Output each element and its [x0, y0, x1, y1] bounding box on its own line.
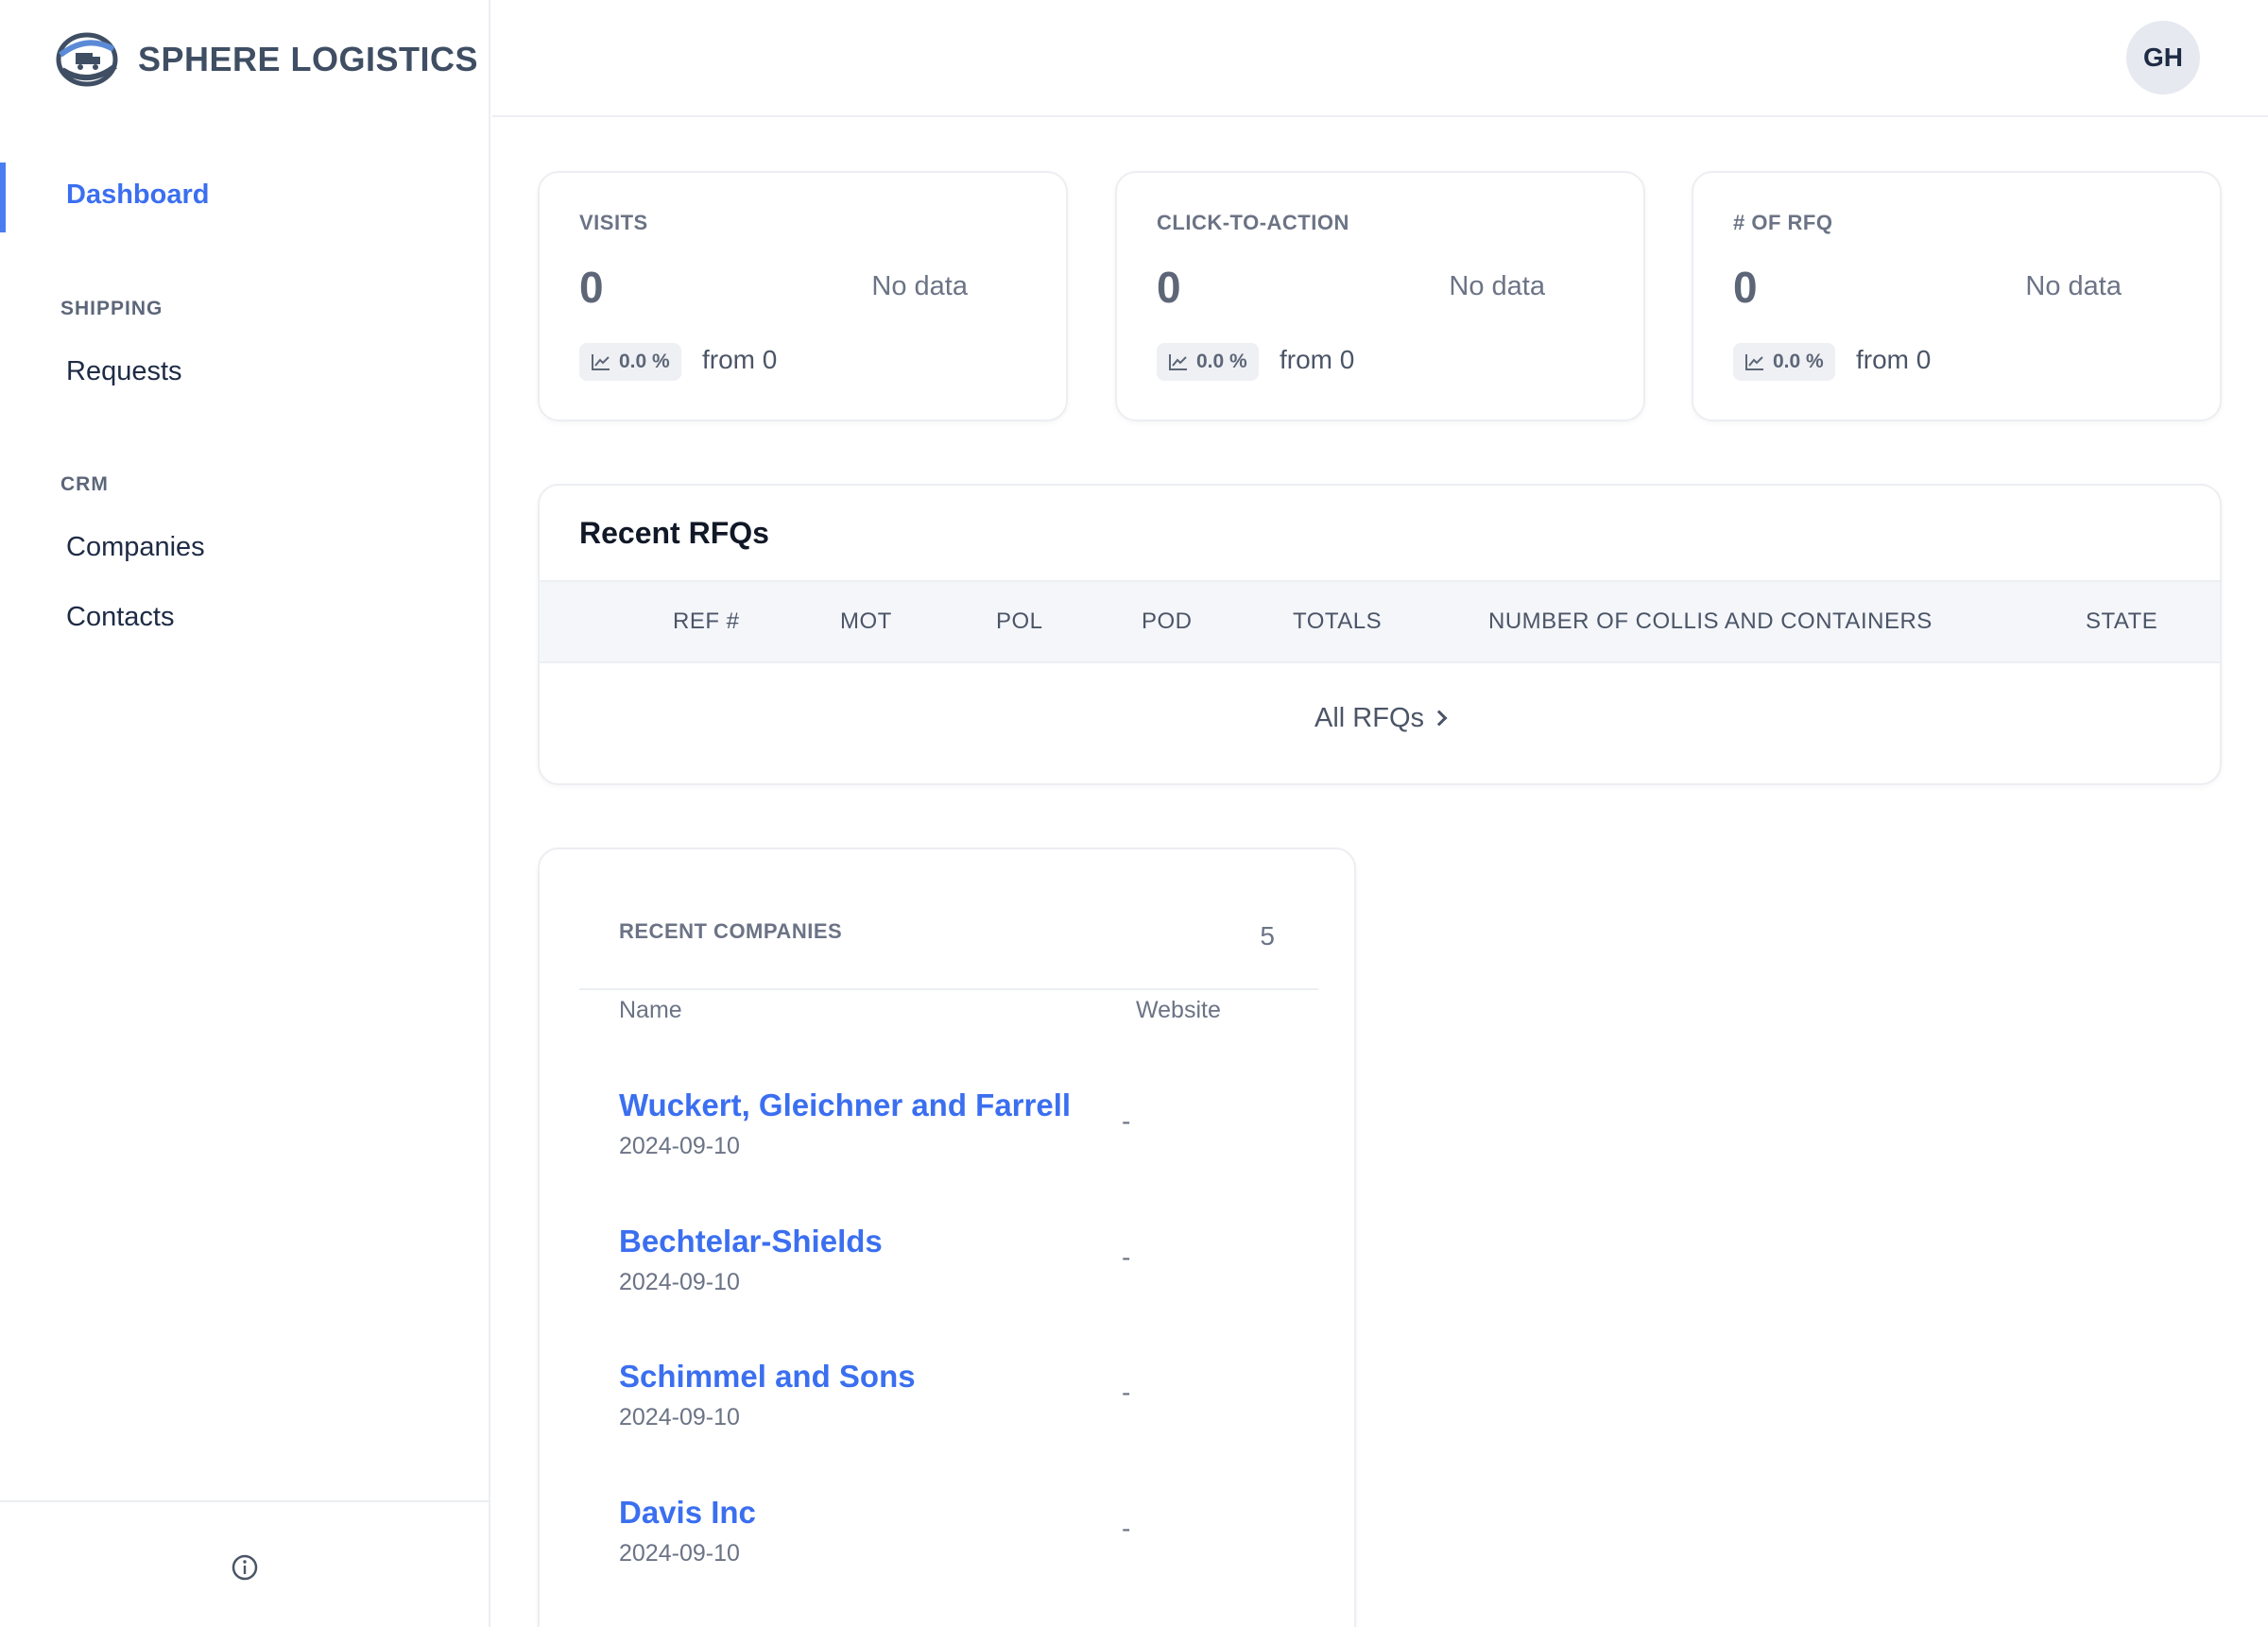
stat-change: 0.0 % — [619, 351, 670, 372]
company-link[interactable]: Wuckert, Gleichner and Farrell — [619, 1088, 1071, 1123]
list-item: Bechtelar-Shields 2024-09-10 - — [540, 1224, 1354, 1360]
chevron-right-icon — [1431, 710, 1448, 727]
stat-from: from 0 — [1280, 345, 1355, 374]
sidebar-item-dashboard-label[interactable]: Dashboard — [66, 180, 209, 211]
sidebar-item-contacts[interactable]: Contacts — [66, 602, 174, 633]
rfqs-table-header: REF # MOT POL POD TOTALS NUMBER OF COLLI… — [540, 580, 2220, 663]
company-link[interactable]: Schimmel and Sons — [619, 1359, 916, 1395]
recent-companies-card: RECENT COMPANIES 5 Name Website Wuckert,… — [538, 848, 1356, 1627]
column-state[interactable]: STATE — [2086, 608, 2157, 635]
brand-logo[interactable]: SPHERE LOGISTICS — [51, 26, 478, 93]
list-item: Davis Inc 2024-09-10 - — [540, 1495, 1354, 1627]
sidebar-item-companies[interactable]: Companies — [66, 532, 205, 563]
stat-label: CLICK-TO-ACTION — [1157, 211, 1349, 234]
section-crm: CRM — [60, 473, 109, 495]
company-date: 2024-09-10 — [619, 1404, 740, 1430]
stat-label: # OF RFQ — [1733, 211, 1833, 234]
column-pol[interactable]: POL — [996, 608, 1043, 635]
company-link[interactable]: Bechtelar-Shields — [619, 1224, 883, 1259]
stat-nodata: No data — [1449, 271, 1545, 301]
recent-rfqs-card: Recent RFQs REF # MOT POL POD TOTALS NUM… — [538, 484, 2222, 785]
list-item: Schimmel and Sons 2024-09-10 - — [540, 1359, 1354, 1495]
stat-value: 0 — [1733, 263, 1758, 312]
company-website: - — [1122, 1514, 1131, 1543]
column-collis[interactable]: NUMBER OF COLLIS AND CONTAINERS — [1488, 608, 1933, 635]
avatar[interactable]: GH — [2126, 21, 2200, 94]
company-date: 2024-09-10 — [619, 1540, 740, 1567]
stat-card-rfq-count: # OF RFQ 0 No data 0.0 % from 0 — [1692, 171, 2222, 421]
topbar: GH — [492, 0, 2268, 117]
column-mot[interactable]: MOT — [840, 608, 892, 635]
stat-change: 0.0 % — [1773, 351, 1824, 372]
column-ref[interactable]: REF # — [673, 608, 740, 635]
divider — [579, 988, 1318, 990]
company-website: - — [1122, 1378, 1131, 1407]
companies-count: 5 — [1260, 921, 1275, 951]
stat-change-badge: 0.0 % — [1733, 343, 1835, 381]
company-date: 2024-09-10 — [619, 1133, 740, 1159]
info-icon[interactable] — [231, 1553, 259, 1582]
sidebar: SPHERE LOGISTICS Dashboard SHIPPING Requ… — [0, 0, 490, 1627]
stat-nodata: No data — [871, 271, 968, 301]
company-date: 2024-09-10 — [619, 1269, 740, 1295]
active-indicator — [0, 163, 6, 232]
column-totals[interactable]: TOTALS — [1293, 608, 1382, 635]
stat-nodata: No data — [2025, 271, 2122, 301]
stat-card-visits: VISITS 0 No data 0.0 % from 0 — [538, 171, 1068, 421]
stat-value: 0 — [1157, 263, 1181, 312]
company-website: - — [1122, 1106, 1131, 1136]
brand-name: SPHERE LOGISTICS — [138, 40, 479, 78]
trend-icon — [1169, 354, 1187, 370]
stat-from: from 0 — [702, 345, 778, 374]
column-pod[interactable]: POD — [1142, 608, 1193, 635]
column-website: Website — [1136, 997, 1221, 1023]
all-rfqs-label: All RFQs — [1314, 703, 1424, 733]
company-link[interactable]: Davis Inc — [619, 1495, 756, 1531]
company-website: - — [1122, 1242, 1131, 1272]
companies-label: RECENT COMPANIES — [619, 919, 843, 943]
section-shipping: SHIPPING — [60, 298, 163, 319]
column-name: Name — [619, 997, 682, 1023]
stat-value: 0 — [579, 263, 604, 312]
stat-card-click-to-action: CLICK-TO-ACTION 0 No data 0.0 % from 0 — [1115, 171, 1645, 421]
rfqs-title: Recent RFQs — [579, 516, 769, 550]
stat-change-badge: 0.0 % — [1157, 343, 1259, 381]
globe-truck-icon — [56, 32, 118, 87]
list-item: Wuckert, Gleichner and Farrell 2024-09-1… — [540, 1088, 1354, 1224]
trend-icon — [592, 354, 610, 370]
sidebar-footer — [0, 1500, 490, 1627]
stat-from: from 0 — [1856, 345, 1932, 374]
stat-change: 0.0 % — [1196, 351, 1247, 372]
all-rfqs-link[interactable]: All RFQs — [540, 703, 2220, 734]
stat-label: VISITS — [579, 211, 648, 234]
trend-icon — [1745, 354, 1763, 370]
stat-change-badge: 0.0 % — [579, 343, 681, 381]
sidebar-item-requests[interactable]: Requests — [66, 356, 182, 387]
